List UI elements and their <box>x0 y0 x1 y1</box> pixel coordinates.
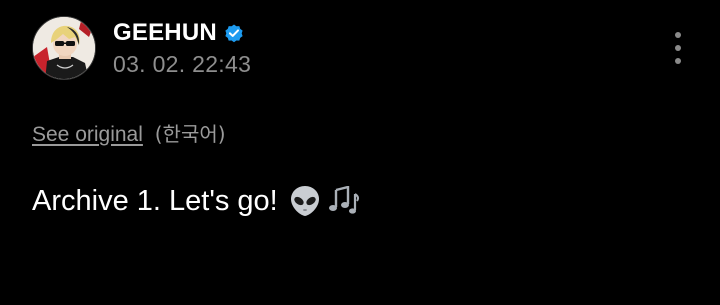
more-options-button[interactable] <box>664 28 692 68</box>
original-language-label: (한국어) <box>154 122 226 146</box>
post-timestamp: 03. 02. 22:43 <box>113 51 252 77</box>
verified-badge-icon <box>223 22 245 44</box>
see-original-link[interactable]: See original <box>32 123 143 146</box>
more-vertical-icon <box>675 32 681 38</box>
post-text: Archive 1. Let's go! <box>32 184 278 217</box>
alien-icon <box>288 184 322 218</box>
avatar[interactable] <box>32 16 96 80</box>
translation-row: See original (한국어) <box>32 118 226 147</box>
post-body: Archive 1. Let's go! <box>32 184 360 218</box>
more-dot <box>675 45 681 51</box>
more-dot <box>675 58 681 64</box>
post-card: GEEHUN 03. 02. 22:43 See original (한국어) … <box>0 0 720 305</box>
musical-notes-icon <box>326 186 360 216</box>
author-name-row: GEEHUN <box>113 17 245 49</box>
author-name[interactable]: GEEHUN <box>113 19 217 47</box>
